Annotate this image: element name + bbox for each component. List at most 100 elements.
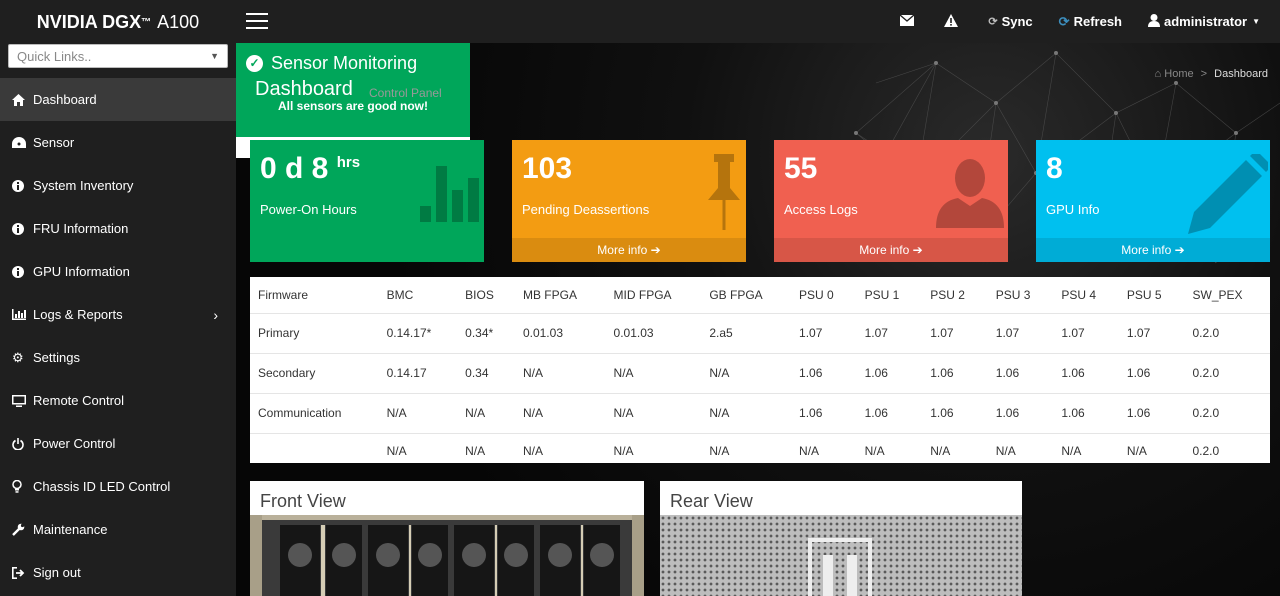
table-cell: 1.06 (922, 392, 988, 433)
sync-button[interactable]: ⟳ Sync (988, 14, 1032, 29)
access-logs-label: Access Logs (784, 202, 858, 217)
sidebar-item-label: Maintenance (33, 522, 108, 537)
table-cell: N/A (514, 352, 606, 393)
info-icon (12, 179, 33, 192)
pending-deassertions-box: 103 Pending Deassertions More info ➔ (512, 140, 746, 262)
rear-view-image (660, 515, 1022, 596)
column-header: SW_PEX (1192, 287, 1243, 302)
quick-links-select[interactable]: Quick Links.. ▼ (8, 44, 228, 68)
gpu-info-value: 8 (1046, 152, 1063, 185)
pending-more-info-link[interactable]: More info ➔ (512, 238, 746, 262)
sidebar-item-logs-reports[interactable]: Logs & Reports › (0, 293, 236, 336)
sidebar-item-gpu-information[interactable]: GPU Information (0, 250, 236, 293)
brand-model: A100 (157, 11, 200, 32)
sidebar-nav: Dashboard Sensor System Inventory FRU In… (0, 78, 236, 594)
sidebar-item-sign-out[interactable]: Sign out (0, 551, 236, 594)
sidebar-item-maintenance[interactable]: Maintenance (0, 508, 236, 551)
lightbulb-icon (12, 480, 33, 493)
table-cell: 1.07 (856, 312, 923, 353)
pencil-icon (1188, 154, 1268, 234)
access-logs-more-info-link[interactable]: More info ➔ (774, 238, 1008, 262)
table-cell: Primary (250, 312, 379, 353)
access-logs-box: 55 Access Logs More info ➔ (774, 140, 1008, 262)
home-icon: ⌂ (1154, 68, 1162, 80)
sidebar-item-power-control[interactable]: Power Control (0, 422, 236, 465)
breadcrumb: ⌂ Home > Dashboard (1155, 68, 1268, 80)
column-header: GB FPGA (709, 287, 763, 302)
table-cell: 2.a5 (701, 312, 792, 353)
front-view-image (250, 515, 644, 596)
sidebar-item-sensor[interactable]: Sensor (0, 121, 236, 164)
table-cell: 0.2.0 (1184, 392, 1270, 433)
more-info-label: More info (597, 243, 648, 257)
table-cell: 1.06 (791, 352, 857, 393)
gpu-info-more-info-link[interactable]: More info ➔ (1036, 238, 1270, 262)
more-info-label: More info (859, 243, 910, 257)
sidebar-item-settings[interactable]: ⚙ Settings (0, 336, 236, 379)
sidebar-item-label: Chassis ID LED Control (33, 479, 171, 494)
table-cell: 1.06 (987, 352, 1054, 393)
power-on-number: 0 d 8 (260, 152, 329, 185)
table-cell: 1.06 (922, 352, 988, 393)
brand-name: NVIDIA DGX (36, 11, 142, 32)
table-cell: 1.06 (856, 392, 923, 433)
sidebar-item-label: Sensor (33, 135, 75, 150)
table-cell: 1.06 (987, 392, 1054, 433)
sidebar-item-label: System Inventory (33, 178, 134, 193)
power-on-hours-box: 0 d 8 hrs Power-On Hours (250, 140, 484, 262)
info-icon (12, 222, 33, 235)
sign-out-icon (12, 566, 33, 579)
arrow-circle-right-icon: ➔ (912, 243, 923, 257)
envelope-icon (899, 14, 915, 29)
sidebar-item-dashboard[interactable]: Dashboard (0, 78, 236, 121)
user-menu[interactable]: administrator ▼ (1148, 13, 1260, 30)
table-cell: Secondary (250, 352, 379, 393)
table-cell: N/A (701, 392, 792, 433)
table-cell: 0.14.17* (378, 312, 458, 353)
pending-value: 103 (522, 152, 573, 185)
access-logs-value: 55 (784, 152, 818, 185)
sidebar-item-fru-information[interactable]: FRU Information (0, 207, 236, 250)
home-icon (12, 93, 33, 106)
table-cell (250, 432, 379, 468)
page-title: Dashboard (255, 78, 353, 100)
table-cell: 1.06 (856, 352, 923, 393)
table-row: Communication N/A N/A N/A N/A N/A 1.06 1.06 1.06… (250, 392, 1270, 433)
table-cell: 0.01.03 (514, 312, 606, 353)
sidebar-item-chassis-id-led-control[interactable]: Chassis ID LED Control (0, 465, 236, 508)
table-cell: 0.01.03 (605, 312, 702, 353)
breadcrumb-home[interactable]: Home (1164, 68, 1193, 80)
refresh-button[interactable]: ⟳ Refresh (1059, 14, 1122, 30)
table-cell: N/A (378, 432, 458, 468)
table-cell: N/A (1118, 432, 1185, 468)
rear-view-panel: Rear View (660, 481, 1022, 596)
column-header: BMC (386, 287, 414, 302)
gpu-info-label: GPU Info (1046, 202, 1100, 217)
menu-toggle-icon[interactable] (246, 13, 268, 29)
table-cell: 1.07 (791, 312, 857, 353)
table-cell: 1.07 (1118, 312, 1185, 353)
arrow-circle-right-icon: ➔ (650, 243, 661, 257)
table-cell: Communication (250, 392, 379, 433)
top-navbar: ⟳ Sync ⟳ Refresh administrator ▼ (236, 0, 1280, 43)
table-cell: N/A (605, 392, 702, 433)
column-header: BIOS (465, 287, 494, 302)
sidebar-item-system-inventory[interactable]: System Inventory (0, 164, 236, 207)
dashboard-gauge-icon (12, 137, 33, 148)
sidebar-item-label: Logs & Reports (33, 307, 123, 322)
table-cell: 0.14.17 (378, 352, 458, 393)
table-cell: N/A (987, 432, 1054, 468)
table-cell: N/A (1053, 432, 1119, 468)
bar-chart-icon (12, 309, 33, 320)
messages-button[interactable] (899, 14, 918, 29)
main-content: Dashboard Control Panel ⌂ Home > Dashboa… (236, 43, 1280, 596)
sidebar-item-remote-control[interactable]: Remote Control (0, 379, 236, 422)
user-icon (1148, 13, 1160, 30)
breadcrumb-current: Dashboard (1214, 68, 1268, 80)
table-row: N/A N/A N/A N/A N/A N/A N/A N/A N/A N/A N/A 0.2.0 (250, 432, 1270, 468)
alerts-button[interactable] (944, 13, 962, 30)
monitor-icon (12, 394, 33, 407)
sidebar: NVIDIA DGX ™ A100 Quick Links.. ▼ Dashboa… (0, 0, 236, 596)
column-header: MB FPGA (522, 287, 577, 302)
column-header: PSU 5 (1126, 287, 1162, 302)
